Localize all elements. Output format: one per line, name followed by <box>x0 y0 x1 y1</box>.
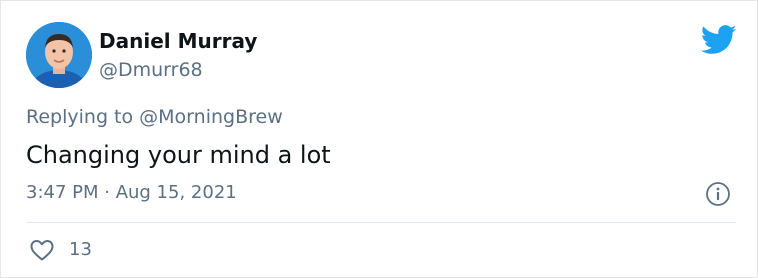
replying-to: Replying to @MorningBrew <box>26 105 283 129</box>
tweet-text: Changing your mind a lot <box>26 141 331 169</box>
replying-to-label: Replying to <box>26 106 140 128</box>
author-handle[interactable]: @Dmurr68 <box>99 58 203 82</box>
divider <box>26 222 736 223</box>
heart-icon <box>30 240 54 261</box>
author-avatar[interactable] <box>26 22 92 88</box>
reply-mention-link[interactable]: @MorningBrew <box>139 106 283 128</box>
tweet-card: Daniel Murray @Dmurr68 Replying to @Morn… <box>0 0 758 278</box>
tweet-timestamp[interactable]: 3:47 PM · Aug 15, 2021 <box>26 181 237 205</box>
like-button[interactable]: 13 <box>29 237 92 263</box>
avatar-image <box>26 22 92 88</box>
info-icon[interactable] <box>705 181 731 207</box>
author-display-name[interactable]: Daniel Murray <box>99 29 257 53</box>
twitter-bird-icon[interactable] <box>701 25 737 55</box>
like-count: 13 <box>69 239 92 260</box>
